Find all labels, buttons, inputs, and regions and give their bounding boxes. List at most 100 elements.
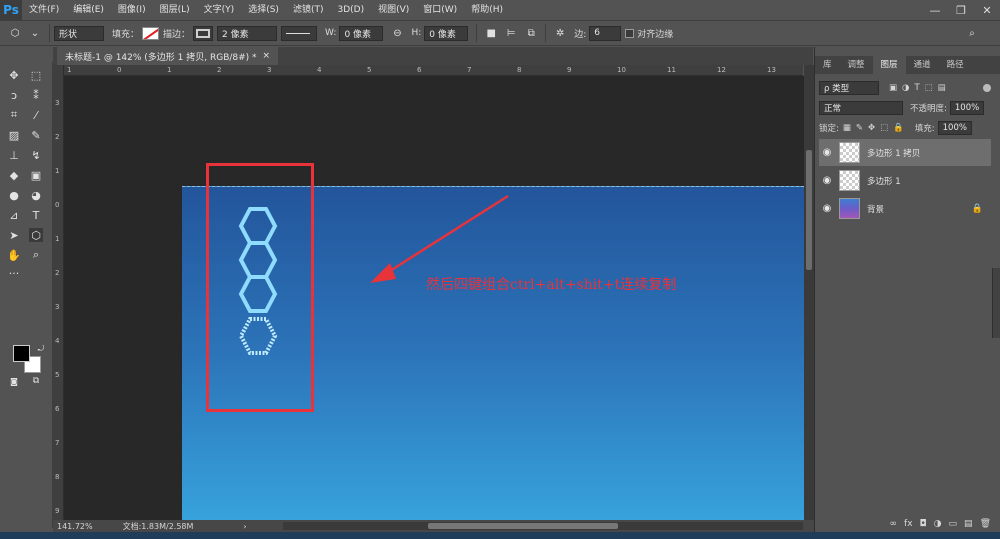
menu-filter[interactable]: 滤镜(T): [286, 0, 331, 20]
screen-mode-icon[interactable]: ⧉: [29, 374, 43, 388]
path-operations-icon[interactable]: ■: [484, 26, 498, 40]
zoom-level[interactable]: 141.72%: [57, 522, 93, 531]
history-brush-icon[interactable]: ↯: [29, 148, 43, 162]
more-tools-icon[interactable]: ···: [7, 266, 21, 280]
filter-icons[interactable]: ▣◑T⬚▤: [889, 83, 951, 93]
menu-image[interactable]: 图像(I): [111, 0, 153, 20]
path-selection-icon[interactable]: ➤: [7, 228, 21, 242]
stroke-size-field[interactable]: 2 像素: [217, 25, 278, 41]
menu-window[interactable]: 窗口(W): [416, 0, 464, 20]
polygon-tool-icon[interactable]: ⬡: [29, 228, 43, 242]
layer-row[interactable]: ◉ 多边形 1 拷贝: [819, 139, 991, 166]
filter-toggle-icon[interactable]: [983, 84, 991, 92]
brush-tool-icon[interactable]: ✎: [29, 128, 43, 142]
width-field[interactable]: 0 像素: [339, 25, 384, 41]
hand-tool-icon[interactable]: ✋: [7, 248, 21, 262]
clone-stamp-icon[interactable]: ⊥: [7, 148, 21, 162]
tab-layers[interactable]: 图层: [872, 56, 906, 74]
add-mask-icon[interactable]: ◘: [920, 519, 927, 529]
height-value: 0 像素: [429, 29, 456, 40]
marquee-tool-icon[interactable]: ⬚: [29, 68, 43, 82]
menu-edit[interactable]: 编辑(E): [66, 0, 111, 20]
path-arrangement-icon[interactable]: ⧉: [524, 26, 538, 40]
gear-icon[interactable]: ✲: [553, 26, 567, 40]
lock-icons[interactable]: ▦✎✥⬚🔒: [843, 123, 909, 133]
layers-panel: 库 调整 图层 通道 路径 ρ 类型 ▣◑T⬚▤ 正常 不透明度: 100% 锁…: [814, 47, 1000, 532]
vertical-scrollbar[interactable]: [804, 65, 814, 520]
adjustment-layer-icon[interactable]: ◑: [934, 519, 942, 529]
polygon-tool-preset-icon[interactable]: ⬡: [8, 26, 22, 40]
tab-paths[interactable]: 路径: [939, 56, 972, 74]
move-tool-icon[interactable]: ✥: [7, 68, 21, 82]
menu-layer[interactable]: 图层(L): [153, 0, 197, 20]
visibility-eye-icon[interactable]: ◉: [819, 175, 835, 186]
horizontal-scrollbar[interactable]: [283, 522, 803, 530]
visibility-eye-icon[interactable]: ◉: [819, 203, 835, 214]
new-group-icon[interactable]: ▭: [949, 519, 958, 529]
menu-view[interactable]: 视图(V): [371, 0, 416, 20]
ps-logo: Ps: [0, 0, 22, 20]
magic-wand-icon[interactable]: ⁑: [29, 88, 43, 102]
horizontal-scroll-thumb[interactable]: [428, 523, 618, 529]
foreground-color-swatch[interactable]: [13, 345, 30, 362]
link-layers-icon[interactable]: ∞: [890, 519, 898, 529]
search-icon[interactable]: ⌕: [965, 26, 979, 40]
document-tab[interactable]: 未标题-1 @ 142% (多边形 1 拷贝, RGB/8#) * ×: [57, 47, 279, 65]
menu-type[interactable]: 文字(Y): [197, 0, 242, 20]
fill-field[interactable]: 100%: [937, 121, 972, 135]
layer-style-icon[interactable]: fx: [904, 519, 913, 529]
ruler-tick-label: 11: [667, 66, 676, 74]
new-layer-icon[interactable]: ▤: [964, 519, 973, 529]
link-icon[interactable]: ⊖: [390, 26, 404, 40]
type-tool-icon[interactable]: T: [29, 208, 43, 222]
status-menu-arrow[interactable]: ›: [243, 522, 246, 531]
eraser-tool-icon[interactable]: ◆: [7, 168, 21, 182]
blur-tool-icon[interactable]: ●: [7, 188, 21, 202]
layer-filter-row: ρ 类型 ▣◑T⬚▤: [819, 80, 991, 96]
layer-name: 背景: [867, 204, 885, 215]
tab-library[interactable]: 库: [815, 56, 840, 74]
menu-help[interactable]: 帮助(H): [464, 0, 510, 20]
close-tab-icon[interactable]: ×: [263, 51, 271, 61]
tab-channels[interactable]: 通道: [906, 56, 939, 74]
layer-row[interactable]: ◉ 背景 🔒: [819, 195, 991, 222]
lasso-tool-icon[interactable]: ↄ: [7, 88, 21, 102]
chevron-down-icon[interactable]: ⌄: [28, 26, 42, 40]
zoom-tool-icon[interactable]: ⌕: [29, 248, 43, 262]
trash-icon[interactable]: 🗑: [980, 519, 991, 529]
sides-field[interactable]: 6: [589, 25, 622, 41]
eyedropper-icon[interactable]: ⁄: [29, 108, 43, 122]
layer-name: 多边形 1: [867, 176, 901, 187]
tool-mode-select[interactable]: 形状: [54, 25, 104, 41]
align-edges-checkbox[interactable]: [625, 28, 635, 38]
layer-filter-select[interactable]: ρ 类型: [819, 81, 879, 95]
stroke-type-select[interactable]: [281, 25, 318, 41]
tab-adjustments[interactable]: 调整: [840, 56, 873, 74]
fill-swatch[interactable]: [142, 26, 160, 40]
gradient-tool-icon[interactable]: ▣: [29, 168, 43, 182]
restore-button[interactable]: ❐: [948, 0, 974, 20]
healing-brush-icon[interactable]: ▨: [7, 128, 21, 142]
ruler-tick-label: 3: [55, 99, 60, 107]
pen-tool-icon[interactable]: ⊿: [7, 208, 21, 222]
opacity-field[interactable]: 100%: [949, 101, 984, 115]
close-button[interactable]: ✕: [974, 0, 1000, 20]
canvas-area[interactable]: 然后四键组合ctrl+alt+shit+t连续复制: [64, 76, 804, 520]
menu-file[interactable]: 文件(F): [22, 0, 66, 20]
quick-mask-icon[interactable]: ◙: [7, 374, 21, 388]
crop-tool-icon[interactable]: ⌗: [7, 108, 21, 122]
blend-mode-select[interactable]: 正常: [819, 101, 903, 115]
dodge-tool-icon[interactable]: ◕: [29, 188, 43, 202]
path-alignment-icon[interactable]: ⊨: [504, 26, 518, 40]
swap-colors-icon[interactable]: ⤾: [34, 342, 48, 356]
panel-collapse-handle[interactable]: [992, 268, 1000, 338]
visibility-eye-icon[interactable]: ◉: [819, 147, 835, 158]
minimize-button[interactable]: —: [922, 0, 948, 20]
ruler-tick-label: 5: [55, 371, 60, 379]
menu-select[interactable]: 选择(S): [241, 0, 286, 20]
height-field[interactable]: 0 像素: [424, 25, 469, 41]
layer-row[interactable]: ◉ 多边形 1: [819, 167, 991, 194]
stroke-swatch[interactable]: [193, 25, 214, 41]
vertical-scroll-thumb[interactable]: [806, 150, 812, 270]
menu-3d[interactable]: 3D(D): [330, 0, 371, 20]
